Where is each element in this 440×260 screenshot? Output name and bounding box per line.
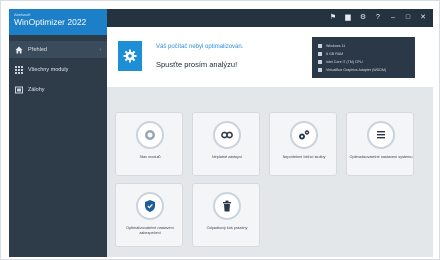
module-icon-circle [136, 121, 164, 149]
restore-icon[interactable]: □ [404, 13, 412, 23]
system-info-row: Intel Core i7 (TM) CPU [318, 58, 415, 66]
sidebar-item-backups[interactable]: Zálohy [9, 81, 107, 98]
shield-icon [141, 197, 159, 215]
gear-icon[interactable]: ⚙ [359, 13, 367, 23]
settings-list-icon [372, 126, 390, 144]
chevron-right-icon: › [99, 46, 101, 53]
system-info-row: 8 GB RAM [318, 50, 415, 58]
gears-icon [295, 126, 313, 144]
save-icon[interactable]: ▆ [344, 13, 352, 23]
minimize-icon[interactable]: – [389, 13, 397, 23]
module-tile-services[interactable]: Nepotřebné běžící služby [269, 112, 337, 176]
module-tile-security-settings[interactable]: Optimalizovatelné nastavení zabezpečení [115, 183, 183, 247]
link-icon [218, 126, 236, 144]
trash-icon [218, 197, 236, 215]
sidebar-item-all-modules[interactable]: Všechny moduly [9, 61, 107, 78]
display-icon [318, 68, 322, 72]
module-icon-circle [213, 121, 241, 149]
module-label: Odpadkový koš prázdný [206, 226, 248, 230]
system-cpu: Intel Core i7 (TM) CPU [326, 60, 363, 64]
cpu-icon [141, 126, 159, 144]
module-tile-recycle-bin[interactable]: Odpadkový koš prázdný [192, 183, 260, 247]
module-icon-circle [290, 121, 318, 149]
help-icon[interactable]: ? [374, 13, 382, 23]
sidebar-item-label: Zálohy [28, 86, 45, 93]
module-label: Optimalizovatelné nastavení systému [349, 155, 413, 159]
module-label: Optimalizovatelné nastavení zabezpečení [126, 226, 174, 235]
system-os: Windows 11 [326, 44, 346, 48]
module-label: Nepotřebné běžící služby [282, 155, 326, 159]
title-bar: ⚑ ▆ ⚙ ? – □ ✕ [107, 9, 433, 27]
banner-subtitle: Spusťte prosím analýzu! [156, 60, 238, 69]
system-ram: 8 GB RAM [326, 52, 344, 56]
module-tile-invalid-shortcuts[interactable]: Neplatné zástupci [192, 112, 260, 176]
backup-icon [15, 86, 23, 94]
gear-icon[interactable] [118, 41, 142, 71]
sidebar-item-overview[interactable]: Přehled › [9, 41, 107, 58]
window-controls: ⚑ ▆ ⚙ ? – □ ✕ [329, 13, 427, 23]
banner-title: Váš počítač nebyl optimalizován. [156, 44, 244, 50]
grid-icon [15, 65, 23, 74]
modules-area: Stav modulů Neplatné zástupci Nepotřebné… [107, 87, 433, 257]
module-tile-status[interactable]: Stav modulů [115, 112, 183, 176]
module-icon-circle [213, 192, 241, 220]
status-banner: Váš počítač nebyl optimalizován. Spusťte… [107, 27, 433, 87]
close-icon[interactable]: ✕ [419, 13, 427, 23]
module-label: Neplatné zástupci [211, 155, 243, 159]
module-icon-circle [136, 192, 164, 220]
flag-icon[interactable]: ⚑ [329, 13, 337, 23]
app-logo[interactable]: Abelssoft WinOptimizer 2022 [9, 9, 107, 35]
logo-title: WinOptimizer 2022 [14, 17, 87, 27]
windows-icon [318, 44, 322, 48]
system-info-row: VirtualBox Graphics Adapter (WDDM) [318, 66, 415, 74]
module-icon-circle [367, 121, 395, 149]
cpu-icon [318, 60, 322, 64]
sidebar-item-label: Všechny moduly [28, 66, 69, 73]
memory-icon [318, 52, 322, 56]
system-gpu: VirtualBox Graphics Adapter (WDDM) [326, 68, 387, 72]
system-info-panel: Windows 11 8 GB RAM Intel Core i7 (TM) C… [312, 37, 415, 78]
home-icon [15, 46, 23, 54]
sidebar: Abelssoft WinOptimizer 2022 Přehled › Vš… [9, 9, 107, 257]
app-window: Abelssoft WinOptimizer 2022 Přehled › Vš… [0, 0, 440, 260]
module-label: Stav modulů [139, 155, 161, 159]
system-info-row: Windows 11 [318, 42, 415, 50]
sidebar-item-label: Přehled [28, 46, 47, 53]
module-tile-system-settings[interactable]: Optimalizovatelné nastavení systému [346, 112, 414, 176]
